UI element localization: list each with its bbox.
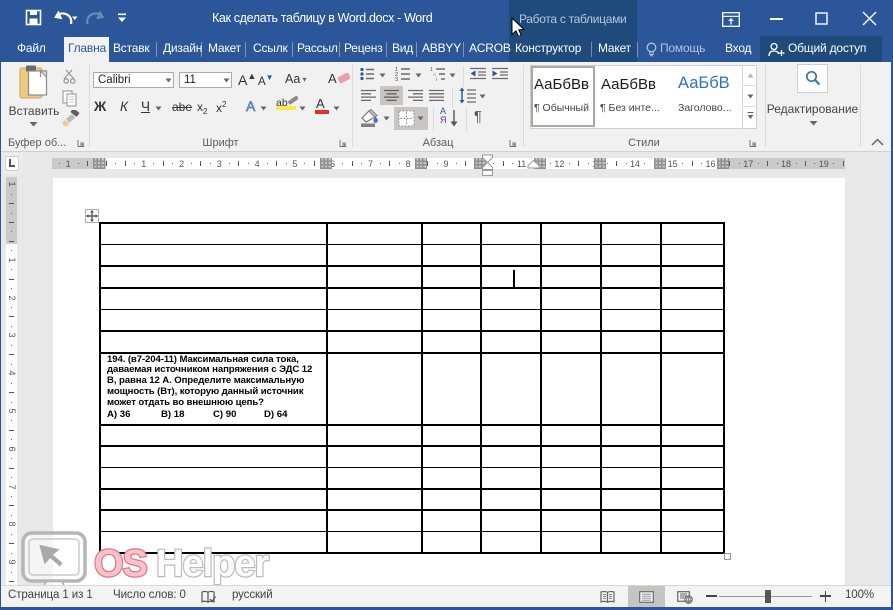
svg-text:Helper: Helper bbox=[156, 543, 269, 585]
svg-text:i: i bbox=[436, 77, 437, 81]
svg-text:OS: OS bbox=[94, 543, 147, 585]
svg-text:3: 3 bbox=[395, 77, 398, 81]
